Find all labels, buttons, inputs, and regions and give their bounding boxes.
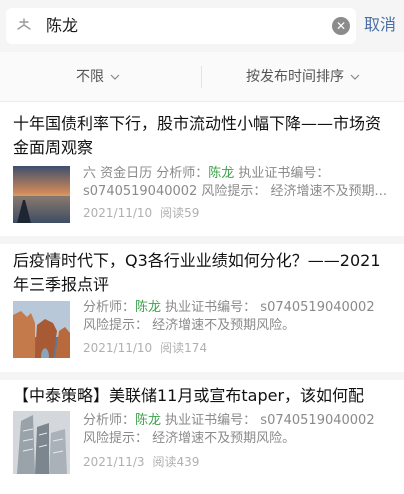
analyst-name[interactable]: 陈龙: [135, 300, 161, 315]
article-date: 2021/11/10: [83, 206, 153, 220]
list-item[interactable]: 【中泰策略】美联储11月或宣布taper，该如何配置？ 分析师：陈龙 执业证书编…: [0, 380, 404, 494]
article-reads: 阅读439: [152, 455, 200, 469]
article-thumbnail: [13, 166, 70, 223]
meta-suffix: 执业证书编号： s0740519040002: [161, 413, 375, 428]
article-meta: 六 资金日历 分析师：陈龙 执业证书编号：: [83, 164, 396, 183]
article-meta-line2: 风险提示： 经济增速不及预期风险。: [83, 431, 296, 446]
analyst-name[interactable]: 陈龙: [135, 413, 161, 428]
article-thumbnail: [13, 411, 70, 474]
chevron-down-icon: [350, 74, 360, 80]
article-meta: 分析师：陈龙 执业证书编号： s0740519040002: [83, 411, 396, 430]
filter-range-dropdown[interactable]: 不限: [76, 67, 120, 87]
search-icon: [17, 18, 31, 30]
analyst-name[interactable]: 陈龙: [208, 166, 234, 181]
article-meta-line2: 风险提示： 经济增速不及预期风险。: [83, 318, 296, 333]
article-reads: 阅读174: [160, 341, 208, 355]
meta-suffix: 执业证书编号： s0740519040002: [161, 300, 375, 315]
meta-suffix: 执业证书编号：: [234, 166, 330, 181]
article-date: 2021/11/10: [83, 341, 153, 355]
sort-dropdown[interactable]: 按发布时间排序: [246, 67, 360, 87]
separator: [0, 236, 404, 244]
clear-icon[interactable]: ✕: [332, 17, 350, 35]
chevron-down-icon: [110, 74, 120, 80]
filter-divider: [201, 66, 202, 88]
article-thumbnail: [13, 301, 70, 358]
article-stats: 2021/11/10 阅读59: [83, 204, 199, 222]
article-meta-line2: s0740519040002 风险提示： 经济增速不及预期...: [83, 184, 387, 199]
meta-prefix: 分析师：: [83, 300, 136, 315]
meta-prefix: 六 资金日历 分析师：: [83, 166, 209, 181]
separator: [0, 372, 404, 380]
article-title: 后疫情时代下，Q3各行业业绩如何分化？——2021年三季报点评: [13, 251, 381, 294]
filter-range-label: 不限: [76, 69, 104, 85]
cancel-button[interactable]: 取消: [364, 14, 396, 36]
article-title: 十年国债利率下行，股市流动性小幅下降——市场资金面周观察: [13, 114, 382, 157]
filter-bar: 不限 按发布时间排序: [0, 52, 404, 102]
search-bar: 陈龙 ✕ 取消: [0, 0, 404, 52]
article-meta: 分析师：陈龙 执业证书编号： s0740519040002: [83, 298, 396, 317]
article-stats: 2021/11/3 阅读439: [83, 453, 199, 471]
list-item[interactable]: 后疫情时代下，Q3各行业业绩如何分化？——2021年三季报点评 分析师：陈龙 执…: [0, 244, 404, 372]
search-input[interactable]: 陈龙 ✕: [6, 8, 356, 44]
sort-label: 按发布时间排序: [246, 69, 344, 85]
search-query: 陈龙: [46, 16, 79, 35]
article-date: 2021/11/3: [83, 455, 145, 469]
article-reads: 阅读59: [160, 206, 200, 220]
article-stats: 2021/11/10 阅读174: [83, 339, 207, 357]
list-item[interactable]: 十年国债利率下行，股市流动性小幅下降——市场资金面周观察 六 资金日历 分析师：…: [0, 102, 404, 236]
meta-prefix: 分析师：: [83, 413, 136, 428]
